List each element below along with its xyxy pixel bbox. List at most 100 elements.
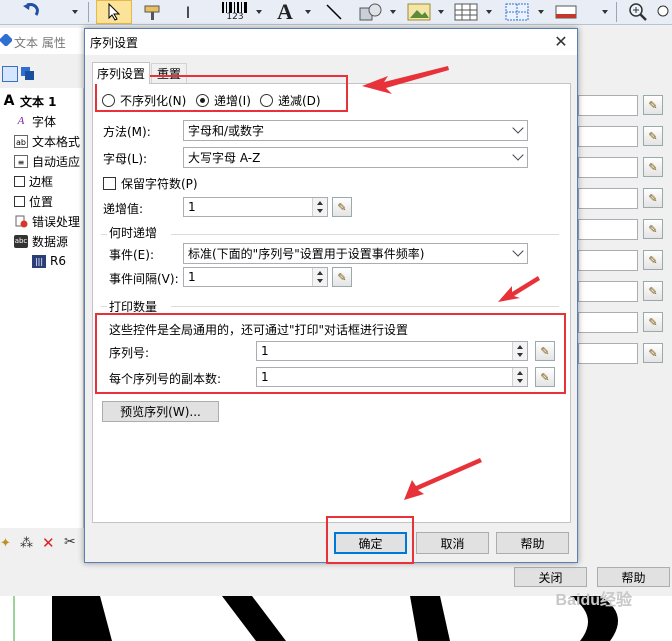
radio-label: 递减(D) bbox=[278, 94, 321, 108]
wizard-icon[interactable]: ✎ bbox=[643, 188, 663, 208]
help-window-button[interactable]: 帮助 bbox=[597, 567, 670, 587]
event-select[interactable]: 标准(下面的"序列号"设置用于设置事件频率) bbox=[183, 243, 528, 264]
properties-titlebar: 文本 属性 bbox=[0, 28, 90, 54]
wizard-icon[interactable]: ✎ bbox=[643, 157, 663, 177]
bg-field[interactable] bbox=[578, 95, 638, 116]
data-source-icon: abc bbox=[14, 234, 28, 248]
cancel-button[interactable]: 取消 bbox=[416, 532, 489, 554]
event-label: 事件(E): bbox=[109, 248, 154, 262]
picture-dropdown-icon[interactable] bbox=[438, 10, 444, 14]
text-a-icon: A bbox=[3, 92, 15, 109]
tab-reset[interactable]: 重置 bbox=[151, 63, 187, 83]
letters-label: 字母(L): bbox=[103, 152, 148, 166]
tree-item-label: 文本 1 bbox=[20, 94, 57, 109]
bg-field[interactable] bbox=[578, 219, 638, 240]
global-note: 这些控件是全局通用的，还可通过"打印"对话框进行设置 bbox=[109, 323, 409, 337]
wizard-icon[interactable]: ✎ bbox=[643, 250, 663, 270]
serial-wizard-icon[interactable]: ✎ bbox=[535, 341, 555, 361]
bg-field[interactable] bbox=[578, 312, 638, 333]
help-button[interactable]: 帮助 bbox=[496, 532, 569, 554]
wizard-icon[interactable]: ✎ bbox=[643, 219, 663, 239]
stepper-buttons[interactable] bbox=[512, 368, 527, 386]
group-line bbox=[171, 234, 559, 235]
method-label: 方法(M): bbox=[103, 125, 151, 139]
tree-item-text1[interactable]: A 文本 1 bbox=[2, 92, 57, 110]
radio-decrement[interactable]: 递减(D) bbox=[260, 92, 321, 109]
wand-icon[interactable]: ⁂ bbox=[20, 536, 33, 551]
letters-select[interactable]: 大写字母 A-Z bbox=[183, 147, 528, 168]
grid-tool-icon[interactable] bbox=[502, 1, 532, 23]
text-tool-icon[interactable]: A bbox=[270, 0, 300, 24]
serial-stepper[interactable]: 1 bbox=[256, 341, 528, 361]
picture-tool-icon[interactable] bbox=[404, 1, 434, 23]
tree-item-text-format[interactable]: ab 文本格式 bbox=[14, 132, 80, 150]
tree-item-font[interactable]: A 字体 bbox=[14, 112, 56, 130]
tab-sequence-settings[interactable]: 序列设置 bbox=[92, 62, 150, 84]
checkbox-label: 保留字符数(P) bbox=[121, 177, 198, 191]
event-interval-wizard-icon[interactable]: ✎ bbox=[332, 267, 352, 287]
close-icon[interactable]: ✕ bbox=[551, 32, 571, 52]
increment-stepper[interactable]: 1 bbox=[183, 197, 328, 217]
undo-icon[interactable] bbox=[18, 1, 44, 23]
increment-wizard-icon[interactable]: ✎ bbox=[332, 197, 352, 217]
expand-tree-icon[interactable] bbox=[2, 66, 18, 82]
tree-item-error-handling[interactable]: 错误处理 bbox=[14, 212, 80, 230]
select-pointer-icon[interactable] bbox=[96, 0, 132, 24]
tree-item-data-source[interactable]: abc 数据源 bbox=[14, 232, 68, 250]
rfid-tool-icon[interactable] bbox=[552, 1, 580, 23]
delete-icon[interactable]: ✕ bbox=[42, 534, 55, 552]
tree-item-position[interactable]: 位置 bbox=[14, 192, 53, 210]
barcode-tool-icon[interactable]: 123 bbox=[218, 1, 252, 23]
when-increment-title: 何时递增 bbox=[109, 226, 158, 240]
bg-field[interactable] bbox=[578, 250, 638, 271]
wizard-icon[interactable]: ✎ bbox=[643, 95, 663, 115]
cut-icon[interactable]: ✂ bbox=[64, 534, 76, 550]
tree-item-r6[interactable]: ||| R6 bbox=[32, 252, 66, 270]
tree-item-border[interactable]: 边框 bbox=[14, 172, 53, 190]
wizard-icon[interactable]: ✎ bbox=[643, 281, 663, 301]
keep-char-count-checkbox[interactable]: 保留字符数(P) bbox=[103, 175, 198, 192]
copies-wizard-icon[interactable]: ✎ bbox=[535, 367, 555, 387]
letters-value: 大写字母 A-Z bbox=[188, 151, 261, 165]
copies-stepper[interactable]: 1 bbox=[256, 367, 528, 387]
bg-field[interactable] bbox=[578, 343, 638, 364]
event-interval-stepper[interactable]: 1 bbox=[183, 267, 328, 287]
grid-dropdown-icon[interactable] bbox=[538, 10, 544, 14]
bg-field[interactable] bbox=[578, 126, 638, 147]
preview-sequence-button[interactable]: 预览序列(W)... bbox=[102, 401, 219, 422]
radio-no-serialize[interactable]: 不序列化(N) bbox=[102, 92, 186, 109]
radio-label: 不序列化(N) bbox=[120, 94, 187, 108]
table-tool-icon[interactable] bbox=[452, 1, 480, 23]
shape-tool-icon[interactable] bbox=[356, 1, 386, 23]
text-cursor-icon[interactable]: I bbox=[178, 1, 198, 23]
zoom-out-icon[interactable] bbox=[656, 1, 672, 23]
wizard-icon[interactable]: ✎ bbox=[643, 312, 663, 332]
collapse-tree-icon[interactable] bbox=[20, 66, 36, 82]
zoom-icon[interactable] bbox=[624, 1, 652, 23]
rfid-dropdown-icon[interactable] bbox=[602, 10, 608, 14]
text-dropdown-icon[interactable] bbox=[305, 10, 311, 14]
close-window-button[interactable]: 关闭 bbox=[514, 567, 587, 587]
line-tool-icon[interactable] bbox=[322, 1, 346, 23]
bg-field[interactable] bbox=[578, 188, 638, 209]
radio-label: 递增(I) bbox=[214, 94, 251, 108]
radio-increment[interactable]: 递增(I) bbox=[196, 92, 251, 109]
stepper-buttons[interactable] bbox=[312, 198, 327, 216]
method-select[interactable]: 字母和/或数字 bbox=[183, 120, 528, 141]
dialog-title: 序列设置 bbox=[90, 35, 139, 50]
barcode-dropdown-icon[interactable] bbox=[256, 10, 262, 14]
stepper-buttons[interactable] bbox=[512, 342, 527, 360]
stepper-buttons[interactable] bbox=[312, 268, 327, 286]
wizard-icon[interactable]: ✎ bbox=[643, 343, 663, 363]
ok-button[interactable]: 确定 bbox=[334, 532, 407, 554]
tree-item-auto-fit[interactable]: ≡ 自动适应 bbox=[14, 152, 80, 170]
tree-item-label: 位置 bbox=[29, 194, 54, 209]
undo-dropdown-icon[interactable] bbox=[72, 10, 78, 14]
wizard-icon[interactable]: ✎ bbox=[643, 126, 663, 146]
bg-field[interactable] bbox=[578, 157, 638, 178]
table-dropdown-icon[interactable] bbox=[486, 10, 492, 14]
bg-field[interactable] bbox=[578, 281, 638, 302]
shape-dropdown-icon[interactable] bbox=[390, 10, 396, 14]
new-icon[interactable]: ✦ bbox=[0, 536, 11, 551]
format-painter-icon[interactable] bbox=[138, 1, 168, 23]
